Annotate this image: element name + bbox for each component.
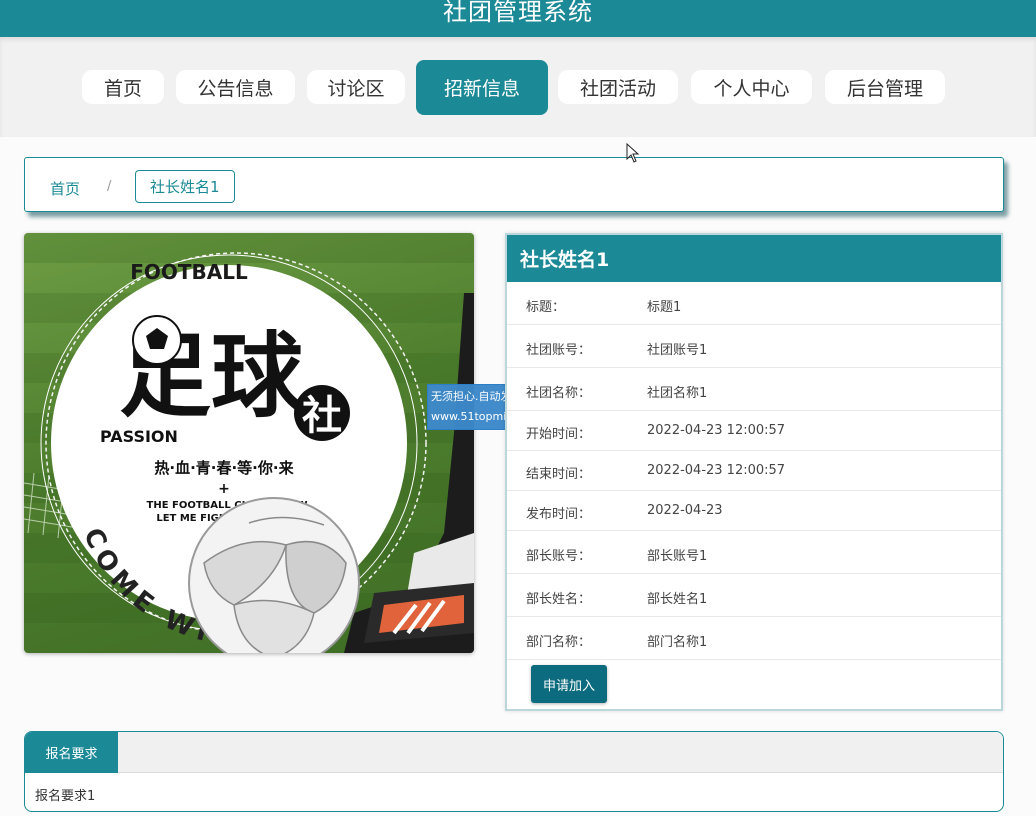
detail-value: 部长账号1 [647,549,708,564]
nav-recruitment[interactable]: 招新信息 [416,60,548,115]
requirements-content: 报名要求1 [35,789,96,804]
football-poster-graphic: COME WITH ME FOOTBALL 足球 社 PASSION 热·血·青… [24,233,474,653]
detail-value: 标题1 [647,300,682,315]
requirements-tab-bar: 报名要求 [25,732,1003,773]
detail-label: 部长账号： [526,549,592,564]
main-nav: 首页 公告信息 讨论区 招新信息 社团活动 个人中心 后台管理 [0,37,1036,137]
nav-home[interactable]: 首页 [82,70,164,104]
detail-value: 2022-04-23 12:00:57 [647,423,786,438]
detail-label: 部门名称： [526,635,592,650]
detail-label: 标题： [526,300,566,315]
detail-row-department-name: 部门名称： 部门名称1 [507,617,1001,660]
detail-value: 部门名称1 [647,635,708,650]
poster-football-text: FOOTBALL [130,260,248,284]
app-title: 社团管理系统 [443,0,593,26]
detail-value: 2022-04-23 [647,503,723,518]
nav-admin[interactable]: 后台管理 [825,70,945,104]
poster-plus-sign: + [218,481,230,497]
detail-row-title: 标题： 标题1 [507,282,1001,325]
detail-label: 部长姓名： [526,592,592,607]
breadcrumb-separator: / [107,179,112,194]
detail-value: 部长姓名1 [647,592,708,607]
apply-join-button[interactable]: 申请加入 [531,665,607,703]
nav-announcements[interactable]: 公告信息 [176,70,295,104]
detail-row-club-account: 社团账号： 社团账号1 [507,325,1001,368]
detail-row-club-name: 社团名称： 社团名称1 [507,368,1001,411]
detail-value: 社团账号1 [647,343,708,358]
detail-row-minister-account: 部长账号： 部长账号1 [507,531,1001,574]
breadcrumb-current[interactable]: 社长姓名1 [135,170,235,203]
nav-forum[interactable]: 讨论区 [307,70,405,104]
detail-label: 结束时间： [526,467,592,482]
poster-passion-text: PASSION [100,427,178,446]
detail-row-publish-time: 发布时间： 2022-04-23 [507,491,1001,531]
poster-slogan-text: 热·血·青·春·等·你·来 [154,459,294,477]
mouse-cursor-icon [626,143,640,163]
breadcrumb: 首页 / 社长姓名1 [24,157,1004,212]
breadcrumb-home-link[interactable]: 首页 [50,178,80,199]
detail-value: 2022-04-23 12:00:57 [647,463,786,478]
nav-club-activities[interactable]: 社团活动 [558,70,678,104]
detail-row-minister-name: 部长姓名： 部长姓名1 [507,574,1001,617]
detail-row-end-time: 结束时间： 2022-04-23 12:00:57 [507,451,1001,491]
recruitment-detail-panel: 社长姓名1 标题： 标题1 社团账号： 社团账号1 社团名称： 社团名称1 开始… [505,233,1003,711]
header-bar: 社团管理系统 [0,0,1036,37]
detail-heading: 社长姓名1 [507,235,1001,282]
nav-personal-center[interactable]: 个人中心 [691,70,812,104]
detail-label: 开始时间： [526,427,592,442]
recruitment-poster-image: COME WITH ME FOOTBALL 足球 社 PASSION 热·血·青… [24,233,474,653]
poster-seal-character: 社 [302,393,342,439]
soccer-ball-icon [188,497,360,653]
detail-row-start-time: 开始时间： 2022-04-23 12:00:57 [507,411,1001,451]
tab-requirements[interactable]: 报名要求 [25,732,118,773]
detail-label: 发布时间： [526,507,592,522]
detail-value: 社团名称1 [647,386,708,401]
requirements-panel: 报名要求 报名要求1 [24,731,1004,812]
detail-label: 社团名称： [526,386,592,401]
detail-label: 社团账号： [526,343,592,358]
